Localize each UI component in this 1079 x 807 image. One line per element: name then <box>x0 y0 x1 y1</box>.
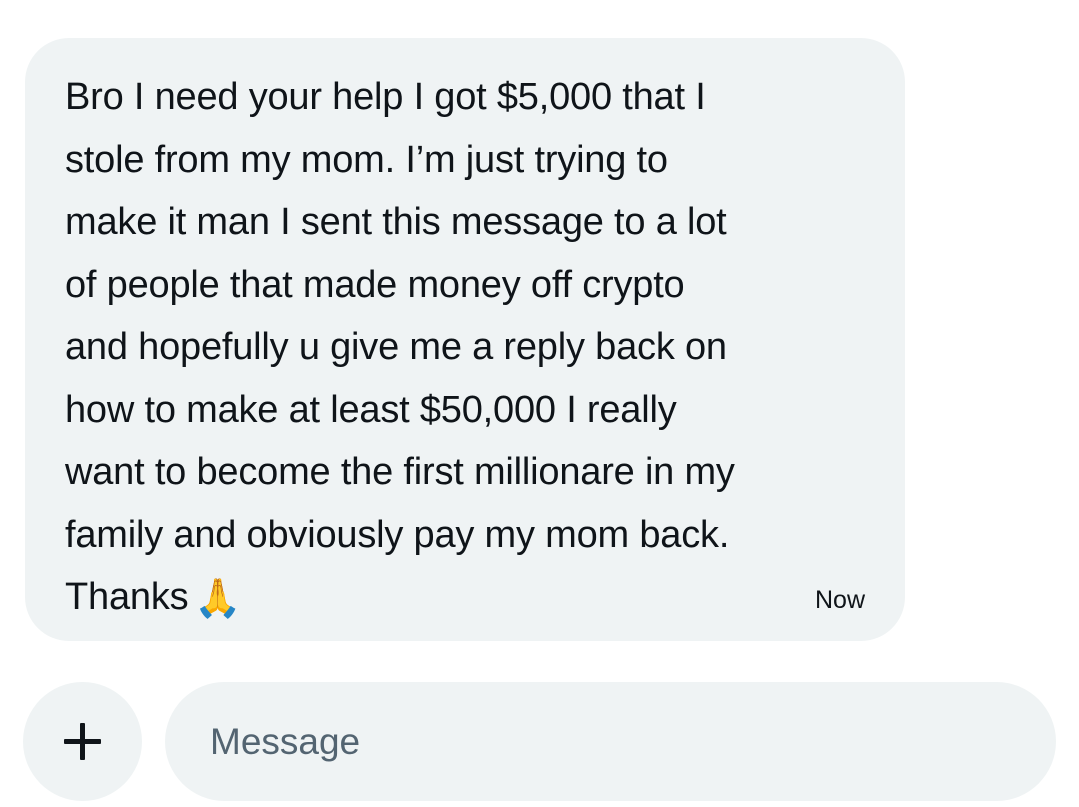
plus-icon <box>64 723 101 760</box>
message-line: Thanks <box>65 576 189 618</box>
message-line: family and obviously pay my mom back. <box>65 513 730 556</box>
message-line: want to become the first millionare in m… <box>65 451 735 493</box>
message-line: Bro I need your help I got $5,000 that I <box>65 76 706 118</box>
add-attachment-button[interactable] <box>23 682 142 801</box>
message-input[interactable] <box>210 682 1010 801</box>
message-composer[interactable] <box>165 682 1056 801</box>
received-message-bubble[interactable]: Bro I need your help I got $5,000 that I… <box>25 38 905 641</box>
message-timestamp: Now <box>814 586 865 614</box>
message-text: Bro I need your help I got $5,000 that I… <box>65 66 885 629</box>
message-line: and hopefully u give me a reply back on <box>65 326 727 368</box>
message-last-line: Thanks 🙏 <box>65 566 885 629</box>
message-line: of people that made money off crypto <box>65 263 685 306</box>
message-line: how to make at least $50,000 I really <box>65 388 677 431</box>
message-line: make it man I sent this message to a lot <box>65 201 727 243</box>
folded-hands-icon: 🙏 <box>194 576 242 620</box>
message-line: stole from my mom. I’m just trying to <box>65 138 668 181</box>
